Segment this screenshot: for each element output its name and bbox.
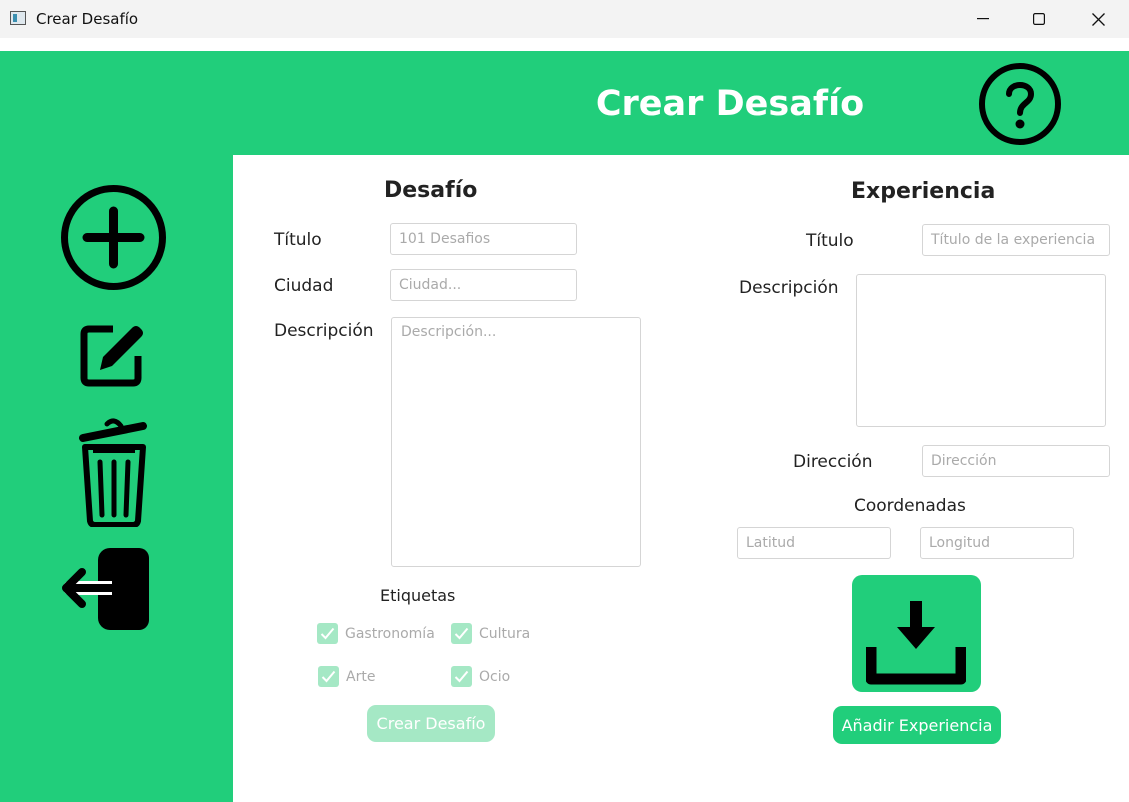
desafio-heading: Desafío (384, 178, 478, 203)
tag-label: Cultura (479, 625, 531, 642)
tag-label: Gastronomía (345, 625, 435, 642)
maximize-icon (1033, 13, 1045, 25)
help-button[interactable] (978, 62, 1062, 150)
window-title: Crear Desafío (36, 10, 139, 28)
window-titlebar: Crear Desafío (0, 0, 1129, 38)
tag-checkbox-gastronomia[interactable]: Gastronomía (317, 623, 435, 644)
tag-checkbox-cultura[interactable]: Cultura (451, 623, 530, 644)
close-button[interactable] (1069, 0, 1127, 38)
check-icon (321, 670, 336, 683)
crear-desafio-button[interactable]: Crear Desafío (367, 705, 495, 742)
desafio-descripcion-label: Descripción (274, 321, 374, 341)
close-icon (1091, 12, 1105, 26)
desafio-titulo-input[interactable]: 101 Desafios (390, 223, 577, 255)
download-icon[interactable] (866, 583, 966, 685)
minimize-button[interactable] (954, 0, 1012, 38)
desafio-ciudad-input[interactable]: Ciudad... (390, 269, 577, 301)
help-circle-icon[interactable] (978, 62, 1062, 146)
tag-checkbox-ocio[interactable]: Ocio (451, 666, 510, 687)
latitud-input[interactable]: Latitud (737, 527, 891, 559)
direccion-label: Dirección (793, 452, 873, 472)
logout-icon[interactable] (60, 546, 152, 632)
experiencia-descripcion-label: Descripción (739, 278, 839, 298)
etiquetas-label: Etiquetas (380, 586, 456, 605)
checkbox-box[interactable] (318, 666, 339, 687)
experiencia-descripcion-textarea[interactable] (856, 274, 1106, 427)
desafio-titulo-label: Título (274, 230, 322, 250)
checkbox-box[interactable] (451, 666, 472, 687)
desafio-ciudad-label: Ciudad (274, 276, 334, 296)
checkbox-box[interactable] (317, 623, 338, 644)
tag-label: Arte (346, 668, 376, 685)
check-icon (454, 670, 469, 683)
trash-icon[interactable] (79, 417, 149, 527)
checkbox-box[interactable] (451, 623, 472, 644)
experiencia-titulo-label: Título (806, 231, 854, 251)
edit-square-icon[interactable] (79, 320, 149, 388)
coordenadas-label: Coordenadas (854, 496, 966, 516)
plus-circle-icon[interactable] (60, 184, 167, 291)
experiencia-titulo-input[interactable]: Título de la experiencia (922, 224, 1110, 256)
app-icon (10, 11, 26, 25)
maximize-button[interactable] (1010, 0, 1068, 38)
experiencia-heading: Experiencia (851, 179, 996, 204)
check-icon (320, 627, 335, 640)
direccion-input[interactable]: Dirección (922, 445, 1110, 477)
longitud-input[interactable]: Longitud (920, 527, 1074, 559)
check-icon (454, 627, 469, 640)
page-title: Crear Desafío (595, 84, 865, 124)
desafio-descripcion-textarea[interactable]: Descripción... (391, 317, 641, 567)
tag-label: Ocio (479, 668, 511, 685)
anadir-experiencia-button[interactable]: Añadir Experiencia (833, 706, 1001, 744)
tag-checkbox-arte[interactable]: Arte (318, 666, 375, 687)
download-button[interactable] (852, 575, 981, 692)
minimize-icon (977, 18, 989, 20)
